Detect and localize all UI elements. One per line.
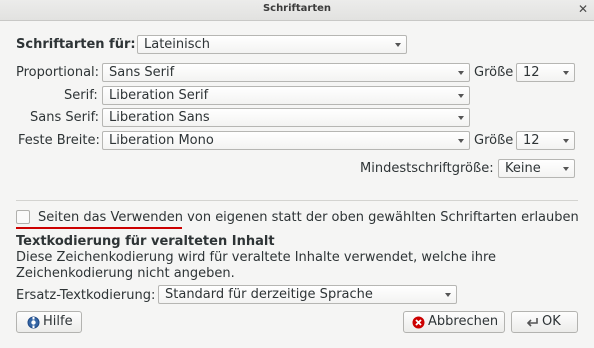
ok-button-label: OK — [542, 314, 561, 329]
language-select[interactable]: Lateinisch — [137, 35, 407, 54]
chevron-down-icon — [395, 43, 401, 47]
highlight-underline — [16, 227, 182, 229]
fallback-encoding-select[interactable]: Standard für derzeitige Sprache — [158, 285, 457, 304]
language-label: Schriftarten für: — [16, 37, 136, 52]
proportional-size-value: 12 — [523, 65, 540, 80]
allow-fonts-checkbox[interactable] — [16, 210, 30, 224]
ok-button[interactable]: OK — [511, 311, 578, 333]
help-button-label: Hilfe — [43, 314, 73, 329]
cancel-button-label: Abbrechen — [428, 314, 499, 329]
proportional-size-select[interactable]: 12 — [516, 63, 575, 82]
chevron-down-icon — [458, 139, 464, 143]
min-size-select-value: Keine — [505, 161, 541, 176]
separator — [16, 200, 578, 201]
cancel-icon — [412, 316, 425, 329]
encoding-heading: Textkodierung für veralteten Inhalt — [16, 234, 275, 249]
title-bar: Schriftarten ✕ — [0, 0, 594, 21]
window-title: Schriftarten — [262, 3, 332, 14]
chevron-down-icon — [563, 139, 569, 143]
chevron-down-icon — [445, 293, 451, 297]
help-button[interactable]: Hilfe — [16, 311, 82, 333]
return-icon — [526, 316, 539, 329]
monospace-size-value: 12 — [523, 133, 540, 148]
help-icon — [27, 316, 40, 329]
chevron-down-icon — [563, 167, 569, 171]
chevron-down-icon — [563, 71, 569, 75]
proportional-label: Proportional: — [16, 65, 100, 80]
min-size-label: Mindestschriftgröße: — [360, 161, 494, 176]
serif-label: Serif: — [64, 88, 98, 103]
sans-serif-select[interactable]: Liberation Sans — [102, 108, 470, 127]
monospace-size-select[interactable]: 12 — [516, 131, 575, 150]
encoding-description-line2: Zeichenkodierung nicht angeben. — [16, 266, 235, 281]
monospace-select[interactable]: Liberation Mono — [102, 131, 470, 150]
fallback-encoding-label: Ersatz-Textkodierung: — [16, 288, 156, 303]
proportional-select-value: Sans Serif — [109, 65, 175, 80]
close-icon[interactable]: ✕ — [578, 2, 588, 16]
sans-serif-label: Sans Serif: — [30, 110, 100, 125]
serif-select-value: Liberation Serif — [109, 88, 209, 103]
allow-fonts-label[interactable]: Seiten das Verwenden von eigenen statt d… — [38, 209, 579, 226]
monospace-select-value: Liberation Mono — [109, 133, 214, 148]
chevron-down-icon — [458, 71, 464, 75]
min-size-select[interactable]: Keine — [498, 159, 575, 178]
monospace-label: Feste Breite: — [18, 133, 100, 148]
fallback-encoding-value: Standard für derzeitige Sprache — [165, 287, 373, 302]
monospace-size-label: Größe — [474, 133, 514, 148]
serif-select[interactable]: Liberation Serif — [102, 86, 470, 105]
chevron-down-icon — [458, 116, 464, 120]
encoding-description-line1: Diese Zeichenkodierung wird für veraltet… — [16, 250, 497, 265]
proportional-select[interactable]: Sans Serif — [102, 63, 470, 82]
sans-serif-select-value: Liberation Sans — [109, 110, 210, 125]
chevron-down-icon — [458, 94, 464, 98]
language-select-value: Lateinisch — [144, 37, 210, 52]
proportional-size-label: Größe — [474, 65, 514, 80]
cancel-button[interactable]: Abbrechen — [403, 311, 505, 333]
